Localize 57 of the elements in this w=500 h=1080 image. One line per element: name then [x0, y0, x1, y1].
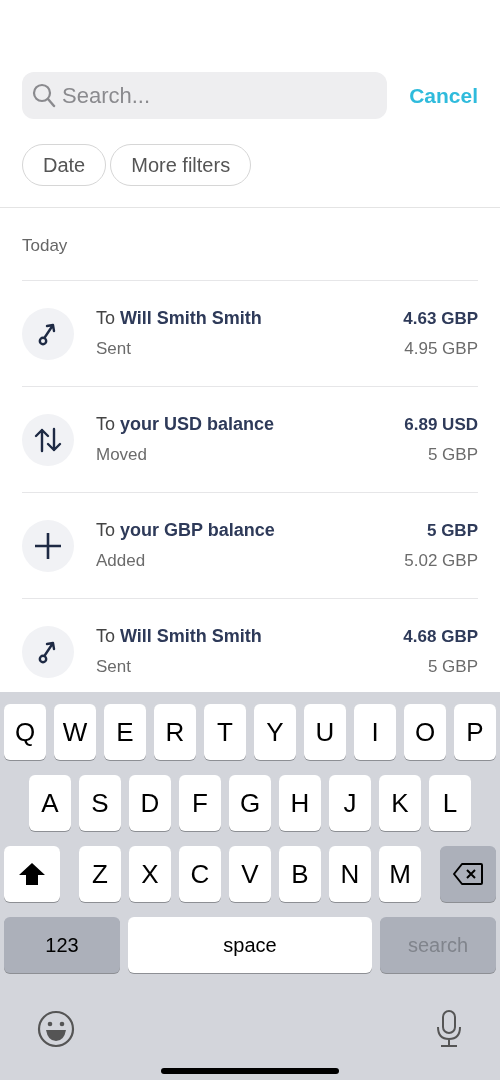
key[interactable]: W — [54, 704, 96, 760]
swap-arrows-icon — [34, 426, 62, 453]
key[interactable]: M — [379, 846, 421, 902]
transaction-title: To Will Smith Smith — [96, 626, 263, 647]
key[interactable]: N — [329, 846, 371, 902]
key[interactable]: L — [429, 775, 471, 831]
key[interactable]: O — [404, 704, 446, 760]
key[interactable]: B — [279, 846, 321, 902]
transaction-title: To your USD balance — [96, 414, 276, 435]
source-amount: 4.95 GBP — [404, 338, 478, 359]
key[interactable]: A — [29, 775, 71, 831]
plus-icon — [34, 531, 62, 560]
transaction-status: Moved — [96, 445, 149, 465]
search-field[interactable]: Search... — [22, 72, 388, 119]
transaction-title: To Will Smith Smith — [96, 308, 263, 329]
key[interactable]: J — [329, 775, 371, 831]
shift-key[interactable] — [4, 846, 60, 902]
key[interactable]: S — [79, 775, 121, 831]
transaction-status: Sent — [96, 657, 132, 677]
source-amount: 5 GBP — [427, 444, 478, 465]
key[interactable]: P — [454, 704, 496, 760]
key[interactable]: T — [204, 704, 246, 760]
source-amount: 5 GBP — [427, 656, 478, 677]
backspace-icon — [452, 862, 484, 886]
key[interactable]: G — [229, 775, 271, 831]
key[interactable]: V — [229, 846, 271, 902]
key[interactable]: K — [379, 775, 421, 831]
key[interactable]: H — [279, 775, 321, 831]
key[interactable]: I — [354, 704, 396, 760]
key[interactable]: Y — [254, 704, 296, 760]
amount: 4.63 GBP — [403, 308, 478, 329]
amount: 5 GBP — [426, 520, 478, 541]
key[interactable]: R — [154, 704, 196, 760]
key[interactable]: Z — [79, 846, 121, 902]
transaction-title: To your GBP balance — [96, 520, 276, 541]
search-icon — [32, 83, 56, 109]
key[interactable]: D — [129, 775, 171, 831]
shift-arrow-icon — [18, 861, 46, 887]
amount: 6.89 USD — [404, 414, 478, 435]
emoji-icon[interactable] — [37, 1010, 75, 1048]
key[interactable]: Q — [4, 704, 46, 760]
filter-chip[interactable]: More filters — [110, 144, 252, 186]
amount: 4.68 GBP — [403, 626, 478, 647]
backspace-key[interactable] — [440, 846, 496, 902]
source-amount: 5.02 GBP — [404, 550, 478, 571]
key[interactable]: E — [104, 704, 146, 760]
key[interactable]: F — [179, 775, 221, 831]
space-key[interactable]: space — [128, 917, 372, 973]
key[interactable]: X — [129, 846, 171, 902]
filter-chip[interactable]: Date — [22, 144, 107, 186]
numbers-key[interactable]: 123 — [4, 917, 120, 973]
transaction-status: Added — [96, 551, 147, 571]
key[interactable]: U — [304, 704, 346, 760]
key[interactable]: C — [179, 846, 221, 902]
section-header: Today — [22, 236, 68, 256]
microphone-icon[interactable] — [435, 1010, 463, 1048]
transaction-status: Sent — [96, 339, 132, 359]
